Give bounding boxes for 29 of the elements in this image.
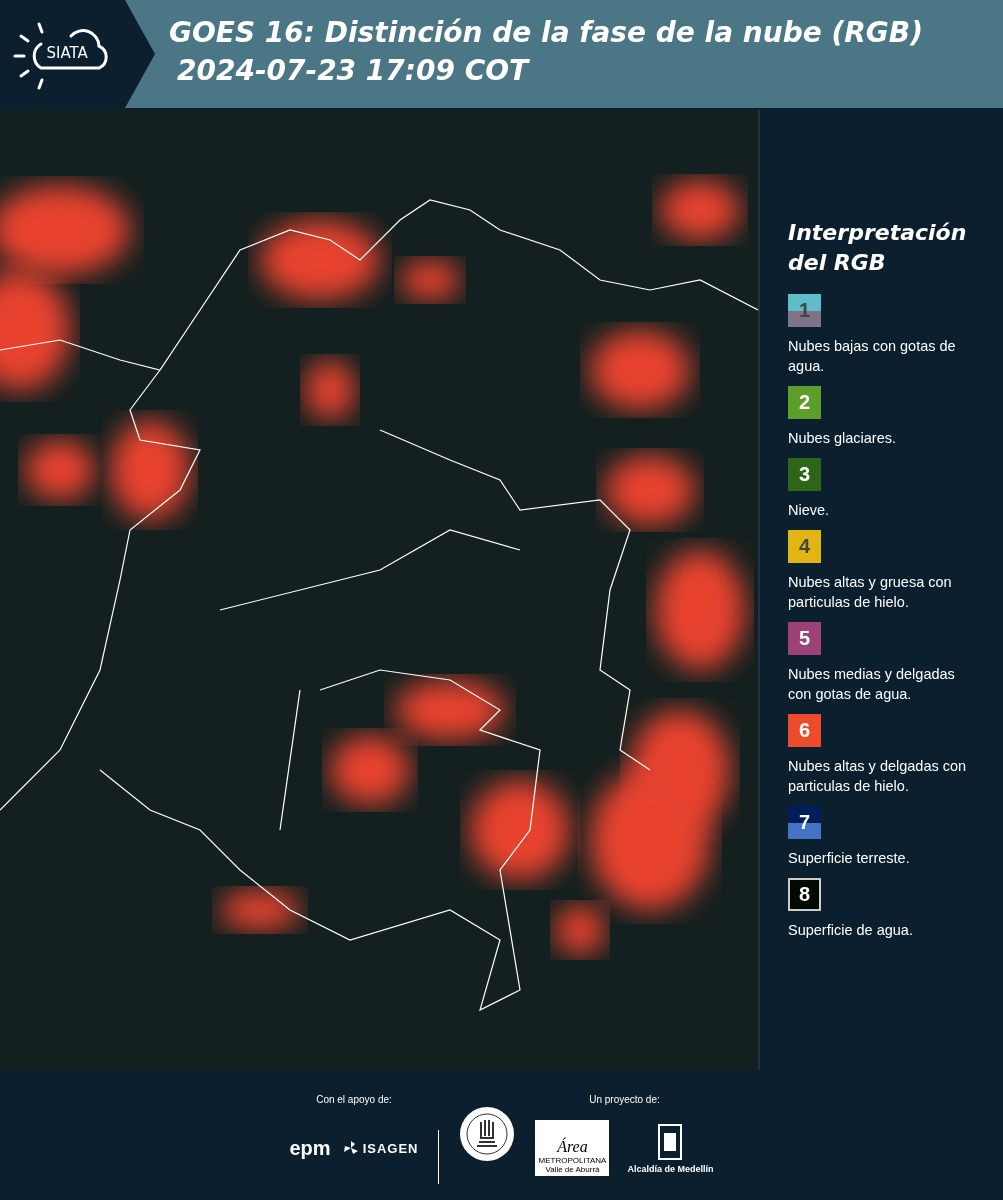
legend-label: Nubes altas y gruesa con particulas de hielo. bbox=[788, 573, 953, 612]
coat-of-arms-icon bbox=[657, 1122, 684, 1161]
timestamp: 2024-07-23 17:09 COT bbox=[176, 53, 531, 89]
legend-number: 8 bbox=[797, 882, 812, 906]
pinwheel-icon bbox=[342, 1140, 359, 1156]
legend-number: 3 bbox=[797, 462, 812, 486]
legend-number: 1 bbox=[797, 298, 812, 322]
partner-name: Alcaldía de Medellín bbox=[627, 1163, 714, 1174]
page-title: GOES 16: Distinción de la fase de la nube (RGB) bbox=[169, 15, 923, 51]
legend-number: 2 bbox=[797, 390, 812, 414]
sponsor-logo: epm bbox=[289, 1136, 331, 1160]
legend-number: 4 bbox=[797, 534, 812, 558]
legend-label: Nieve. bbox=[788, 501, 831, 520]
seal-icon bbox=[459, 1106, 516, 1162]
legend-number: 6 bbox=[797, 718, 812, 742]
legend-number: 7 bbox=[797, 810, 812, 834]
legend-label: Superficie terreste. bbox=[788, 849, 911, 868]
logo-text: SIATA bbox=[46, 44, 88, 62]
sponsor-logo: ISAGEN bbox=[342, 1140, 419, 1156]
legend-label: Nubes altas y delgadas con particulas de hielo. bbox=[788, 757, 968, 796]
legend-label: Superficie de agua. bbox=[788, 921, 914, 940]
legend-label: Nubes bajas con gotas de agua. bbox=[788, 337, 957, 376]
support-label: Con el apoyo de: bbox=[316, 1094, 392, 1105]
legend-title: Interpretación del RGB bbox=[788, 219, 968, 277]
project-label: Un proyecto de: bbox=[589, 1094, 660, 1105]
legend-label: Nubes glaciares. bbox=[788, 429, 897, 448]
partner-logo: Área METROPOLITANA Valle de Aburrá bbox=[535, 1120, 610, 1176]
legend-label: Nubes medias y delgadas con gotas de agua. bbox=[788, 665, 956, 704]
legend-number: 5 bbox=[797, 626, 812, 650]
